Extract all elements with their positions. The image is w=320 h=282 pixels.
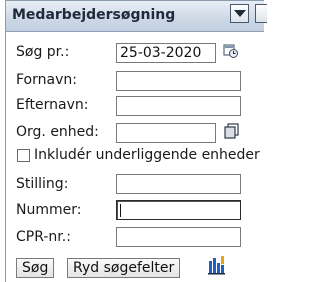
position-label: Stilling:	[16, 176, 69, 192]
position-input[interactable]	[116, 174, 241, 194]
org-chart-icon[interactable]	[208, 255, 226, 279]
first-name-input[interactable]	[116, 71, 241, 91]
panel-header: Medarbejdersøgning	[6, 1, 267, 32]
include-sub-units-checkbox[interactable]	[17, 149, 30, 162]
number-label: Nummer:	[16, 202, 82, 218]
panel-edge-button[interactable]	[255, 4, 267, 23]
panel-menu-button[interactable]	[230, 4, 249, 23]
org-unit-input[interactable]	[116, 123, 216, 143]
panel-title: Medarbejdersøgning	[12, 7, 176, 23]
include-sub-units-label: Inkludér underliggende enheder	[34, 147, 260, 163]
search-date-input[interactable]	[116, 43, 216, 63]
last-name-input[interactable]	[116, 96, 241, 116]
number-input[interactable]	[116, 200, 241, 220]
copy-select-icon[interactable]	[224, 123, 240, 143]
employee-search-panel: Medarbejdersøgning Søg pr.: Fornavn: Eft…	[5, 0, 267, 282]
cpr-input[interactable]	[116, 227, 241, 247]
dropdown-arrow-icon	[234, 10, 246, 17]
org-unit-label: Org. enhed:	[16, 124, 99, 140]
search-button[interactable]: Søg	[16, 258, 55, 278]
first-name-label: Fornavn:	[16, 72, 77, 88]
calendar-icon[interactable]	[223, 43, 239, 63]
cpr-label: CPR-nr.:	[16, 229, 71, 245]
text-cursor	[120, 204, 121, 217]
search-date-label: Søg pr.:	[16, 44, 70, 60]
clear-fields-button[interactable]: Ryd søgefelter	[67, 258, 181, 278]
last-name-label: Efternavn:	[16, 97, 89, 113]
